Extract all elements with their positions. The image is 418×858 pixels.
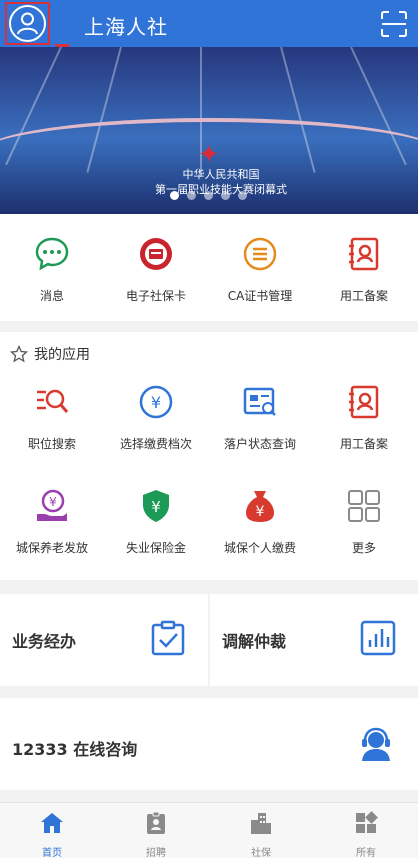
more-grid-icon	[348, 490, 380, 522]
quick-action-label: 电子社保卡	[125, 289, 186, 303]
quick-action-social-security-card[interactable]: 电子社保卡	[104, 236, 208, 304]
tab-home[interactable]: 首页	[22, 811, 82, 858]
quick-action-ca-certificate[interactable]: CA证书管理	[208, 236, 312, 304]
app-label: 选择缴费档次	[119, 437, 192, 451]
service-mediation-arbitration[interactable]: 调解仲裁	[210, 594, 418, 686]
carousel-dots	[170, 191, 247, 200]
social-security-card-icon	[140, 238, 172, 270]
carousel-dot[interactable]	[221, 191, 230, 200]
carousel-dot[interactable]	[238, 191, 247, 200]
scan-button[interactable]	[381, 11, 407, 37]
app-label: 落户状态查询	[223, 437, 296, 451]
bar-chart-icon	[360, 620, 396, 656]
buildings-icon	[251, 813, 271, 834]
yuan-circle-icon: ¥	[139, 385, 173, 419]
id-card-search-icon	[243, 387, 276, 416]
tab-label: 首页	[42, 848, 62, 858]
tab-all[interactable]: 所有	[336, 811, 396, 858]
shield-yuan-icon: ¥	[143, 490, 169, 522]
certificate-icon	[243, 237, 277, 271]
employment-record-icon	[349, 385, 379, 419]
app-pension-payout[interactable]: ¥ 城保养老发放	[0, 488, 104, 556]
app-title: 上海人社	[84, 15, 168, 39]
app-more[interactable]: 更多	[312, 488, 416, 556]
quick-action-label: 消息	[39, 289, 64, 303]
chat-bubble-icon	[35, 237, 69, 271]
svg-text:¥: ¥	[151, 393, 161, 412]
top-bar: 上海人社	[0, 0, 418, 74]
service-label: 调解仲裁	[222, 632, 287, 651]
event-logo: ✦	[198, 140, 220, 170]
app-label: 更多	[351, 541, 376, 555]
app-settlement-status[interactable]: 落户状态查询	[208, 384, 312, 452]
all-apps-icon	[356, 811, 378, 833]
tab-social-security[interactable]: 社保	[231, 811, 291, 858]
app-label: 用工备案	[339, 437, 388, 451]
event-banner[interactable]: ✦ 中华人民共和国 第一届职业技能大赛闭幕式	[0, 47, 418, 214]
svg-text:¥: ¥	[151, 498, 161, 516]
tab-recruitment[interactable]: 招聘	[126, 811, 186, 858]
bottom-tab-bar: 首页 招聘 社保 所有	[0, 802, 418, 858]
app-label: 失业保险金	[125, 541, 186, 555]
employment-record-icon	[349, 237, 379, 271]
quick-action-employment-record[interactable]: 用工备案	[312, 236, 416, 304]
quick-action-label: CA证书管理	[227, 289, 293, 303]
app-personal-payment[interactable]: ¥ 城保个人缴费	[208, 488, 312, 556]
headset-agent-icon	[362, 727, 390, 761]
app-label: 职位搜索	[27, 437, 76, 451]
consult-label: 12333 在线咨询	[12, 740, 138, 759]
tab-label: 所有	[356, 848, 376, 858]
app-label: 城保个人缴费	[223, 541, 296, 555]
tab-label: 社保	[251, 848, 271, 858]
scan-icon	[381, 11, 407, 37]
job-search-icon	[37, 389, 69, 413]
svg-text:¥: ¥	[256, 504, 265, 520]
highlight-box	[5, 2, 50, 45]
money-bag-icon: ¥	[246, 491, 274, 522]
pension-hand-icon: ¥	[37, 489, 67, 521]
online-consult-card[interactable]: 12333 在线咨询	[0, 698, 418, 790]
app-label: 城保养老发放	[15, 541, 88, 555]
star-outline-icon	[10, 345, 28, 363]
service-business-handling[interactable]: 业务经办	[0, 594, 208, 686]
service-label: 业务经办	[12, 632, 77, 651]
quick-action-label: 用工备案	[339, 289, 388, 303]
quick-actions: 消息 电子社保卡 CA证书管理 用工备案	[0, 214, 418, 321]
app-unemployment-insurance[interactable]: ¥ 失业保险金	[104, 488, 208, 556]
app-job-search[interactable]: 职位搜索	[0, 384, 104, 452]
app-payment-tier[interactable]: ¥ 选择缴费档次	[104, 384, 208, 452]
carousel-dot[interactable]	[204, 191, 213, 200]
clipboard-check-icon	[151, 620, 185, 656]
carousel-dot[interactable]	[170, 191, 179, 200]
app-employment-record[interactable]: 用工备案	[312, 384, 416, 452]
carousel-dot[interactable]	[187, 191, 196, 200]
badge-icon	[147, 811, 165, 834]
my-apps-section: 我的应用 职位搜索 ¥ 选择缴费档次 落户状态查询 用工备案 ¥ 城保养老发放 …	[0, 332, 418, 580]
quick-action-messages[interactable]: 消息	[0, 236, 104, 304]
my-apps-header: 我的应用	[10, 344, 90, 364]
tab-label: 招聘	[146, 848, 166, 858]
svg-text:¥: ¥	[49, 495, 57, 509]
my-apps-title: 我的应用	[34, 347, 90, 363]
home-icon	[41, 813, 63, 833]
